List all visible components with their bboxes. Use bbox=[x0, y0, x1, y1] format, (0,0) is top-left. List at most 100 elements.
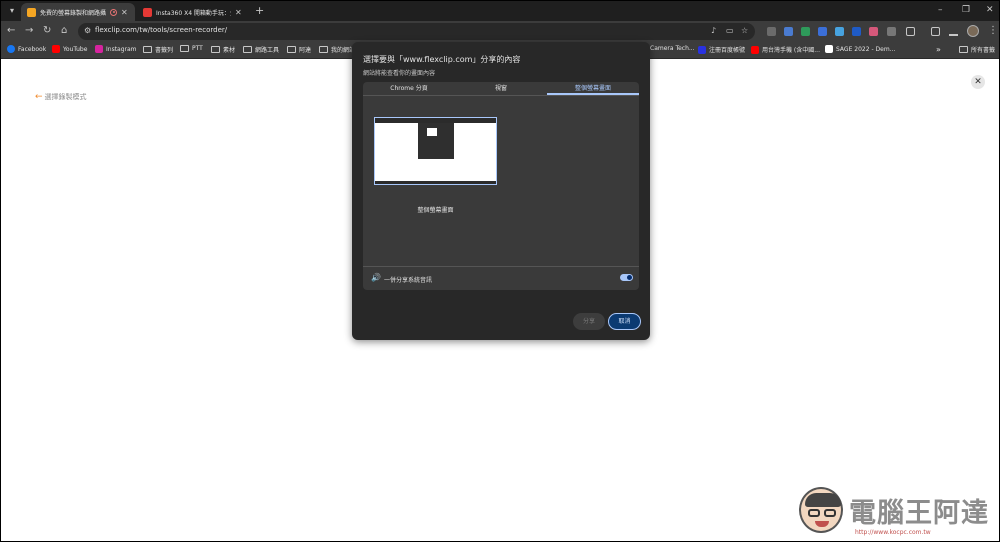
screen-share-dialog: 選擇要與「www.flexclip.com」分享的內容 網站將能查看你的畫面內容… bbox=[352, 42, 650, 340]
tab-insta360[interactable]: Insta360 X4 開箱動手玩：全景 ✕ bbox=[137, 3, 249, 21]
bookmark-folder[interactable]: 素材 bbox=[211, 45, 235, 54]
media-controls-icon[interactable] bbox=[931, 27, 940, 36]
minimize-icon[interactable]: – bbox=[938, 4, 943, 16]
dialog-body: Chrome 分頁 視窗 整個螢幕畫面 整個螢幕畫面 🔊 一併分享系統音訊 bbox=[363, 82, 639, 290]
tab-chrome-tab[interactable]: Chrome 分頁 bbox=[363, 82, 455, 95]
bookmark-baidu[interactable]: 注冊百度帳號 bbox=[698, 45, 745, 54]
download-icon[interactable] bbox=[949, 27, 958, 36]
extension-icon[interactable] bbox=[835, 27, 844, 36]
mascot-hair bbox=[805, 493, 841, 507]
arrow-left-icon: ← bbox=[35, 92, 43, 102]
bookmark-youtube[interactable]: YouTube bbox=[52, 45, 87, 53]
folder-icon bbox=[287, 46, 296, 53]
watermark-text: 電腦王阿達 bbox=[849, 498, 989, 529]
bookmark-folder[interactable]: 書籤列 bbox=[143, 45, 173, 54]
new-tab-icon[interactable]: + bbox=[255, 4, 264, 17]
extension-icon[interactable] bbox=[767, 27, 776, 36]
share-source-tabs: Chrome 分頁 視窗 整個螢幕畫面 bbox=[363, 82, 639, 96]
bookmark-label: Facebook bbox=[18, 45, 47, 53]
tab-flexclip[interactable]: 免費的螢幕錄製和網路攝影 ✕ bbox=[21, 3, 135, 21]
extension-icon[interactable] bbox=[887, 27, 896, 36]
home-icon[interactable]: ⌂ bbox=[61, 25, 67, 37]
tab-window[interactable]: 視窗 bbox=[455, 82, 547, 95]
bookmark-camera-tech[interactable]: Camera Tech... bbox=[650, 45, 695, 52]
dialog-title: 選擇要與「www.flexclip.com」分享的內容 bbox=[363, 55, 521, 64]
bookmark-instagram[interactable]: Instagram bbox=[95, 45, 137, 53]
browser-window: ▾ 免費的螢幕錄製和網路攝影 ✕ Insta360 X4 開箱動手玩：全景 ✕ … bbox=[0, 0, 1000, 542]
watermark-url: http://www.kocpc.com.tw bbox=[855, 529, 931, 536]
bookmark-label: YouTube bbox=[63, 45, 88, 53]
cast-icon[interactable]: ▭ bbox=[726, 26, 734, 35]
bookmark-label: Camera Tech... bbox=[650, 45, 695, 52]
extension-icon[interactable] bbox=[869, 27, 878, 36]
extension-icon[interactable] bbox=[784, 27, 793, 36]
cancel-button[interactable]: 取消 bbox=[608, 313, 641, 330]
close-tab-icon[interactable]: ✕ bbox=[121, 8, 129, 17]
bookmark-folder[interactable]: 網路工具 bbox=[243, 45, 279, 54]
folder-icon bbox=[959, 46, 968, 53]
tab-title: 免費的螢幕錄製和網路攝影 bbox=[40, 9, 106, 17]
address-bar[interactable]: ⚙ flexclip.com/tw/tools/screen-recorder/… bbox=[78, 23, 755, 40]
tab-search-icon[interactable]: ▾ bbox=[5, 4, 19, 18]
bookmark-facebook[interactable]: Facebook bbox=[7, 45, 46, 53]
bookmark-label: 注冊百度帳號 bbox=[709, 47, 746, 54]
microphone-icon[interactable]: ♪ bbox=[711, 26, 716, 35]
folder-icon bbox=[180, 45, 189, 52]
bookmark-label: 阿達 bbox=[299, 47, 312, 54]
dialog-subtitle: 網站將能查看你的畫面內容 bbox=[363, 70, 436, 77]
bookmark-sage[interactable]: SAGE 2022 - Dem... bbox=[825, 45, 895, 53]
youtube-icon bbox=[52, 45, 60, 53]
maximize-icon[interactable]: ❐ bbox=[962, 4, 970, 16]
tab-entire-screen[interactable]: 整個螢幕畫面 bbox=[547, 82, 639, 95]
bookmark-folder[interactable]: 我的網站 bbox=[319, 45, 355, 54]
baidu-icon bbox=[698, 45, 706, 54]
thumb-preview bbox=[427, 128, 437, 136]
bookmark-label: 素材 bbox=[223, 47, 236, 54]
chrome-menu-icon[interactable]: ⋮ bbox=[988, 25, 998, 37]
site-info-icon[interactable]: ⚙ bbox=[84, 26, 91, 35]
forward-icon[interactable]: → bbox=[25, 25, 33, 37]
youtube-icon bbox=[751, 45, 759, 54]
all-bookmarks[interactable]: 所有書籤 bbox=[959, 45, 995, 54]
bookmark-youtube-2[interactable]: 用台灣手機 (含中國... bbox=[751, 45, 820, 54]
toolbar: ← → ↻ ⌂ ⚙ flexclip.com/tw/tools/screen-r… bbox=[1, 21, 999, 42]
bookmark-folder[interactable]: 阿達 bbox=[287, 45, 311, 54]
tab-strip: ▾ 免費的螢幕錄製和網路攝影 ✕ Insta360 X4 開箱動手玩：全景 ✕ … bbox=[1, 1, 999, 21]
extension-icon[interactable] bbox=[852, 27, 861, 36]
folder-icon bbox=[211, 46, 220, 53]
speaker-icon: 🔊 bbox=[371, 273, 381, 282]
bookmarks-overflow-icon[interactable]: » bbox=[936, 45, 941, 54]
bookmark-label: Instagram bbox=[106, 45, 137, 53]
extensions-puzzle-icon[interactable] bbox=[906, 27, 915, 36]
close-icon[interactable]: ✕ bbox=[971, 75, 985, 89]
folder-icon bbox=[319, 46, 328, 53]
extension-icon[interactable] bbox=[801, 27, 810, 36]
bookmark-label: 網路工具 bbox=[255, 47, 280, 54]
overflow-chevron: » bbox=[936, 45, 941, 54]
url-text: flexclip.com/tw/tools/screen-recorder/ bbox=[95, 26, 228, 34]
bookmark-label: SAGE 2022 - Dem... bbox=[836, 45, 896, 53]
extension-icon[interactable] bbox=[818, 27, 827, 36]
mascot-face-icon bbox=[799, 487, 843, 533]
mascot-glasses-left bbox=[808, 509, 820, 517]
facebook-icon bbox=[7, 45, 15, 53]
youtube-favicon-icon bbox=[143, 7, 152, 17]
screen-thumbnail[interactable] bbox=[374, 117, 497, 185]
profile-avatar[interactable] bbox=[967, 25, 979, 37]
bookmark-star-icon[interactable]: ☆ bbox=[741, 26, 748, 35]
thumb-taskbar bbox=[375, 181, 496, 184]
close-tab-icon[interactable]: ✕ bbox=[235, 8, 243, 17]
share-button[interactable]: 分享 bbox=[573, 313, 605, 330]
all-bookmarks-label: 所有書籤 bbox=[971, 47, 996, 54]
window-close-icon[interactable]: ✕ bbox=[986, 4, 994, 16]
reload-icon[interactable]: ↻ bbox=[43, 25, 51, 37]
bookmark-label: 書籤列 bbox=[155, 47, 174, 54]
system-audio-toggle[interactable] bbox=[620, 274, 633, 281]
mascot-glasses-right bbox=[824, 509, 836, 517]
back-to-mode-link[interactable]: ← 選擇錄製模式 bbox=[35, 92, 87, 102]
folder-icon bbox=[243, 46, 252, 53]
bookmark-folder[interactable]: PTT bbox=[180, 45, 203, 52]
back-icon[interactable]: ← bbox=[7, 25, 15, 37]
back-link-label: 選擇錄製模式 bbox=[44, 93, 87, 101]
mascot-mouth bbox=[815, 521, 829, 527]
